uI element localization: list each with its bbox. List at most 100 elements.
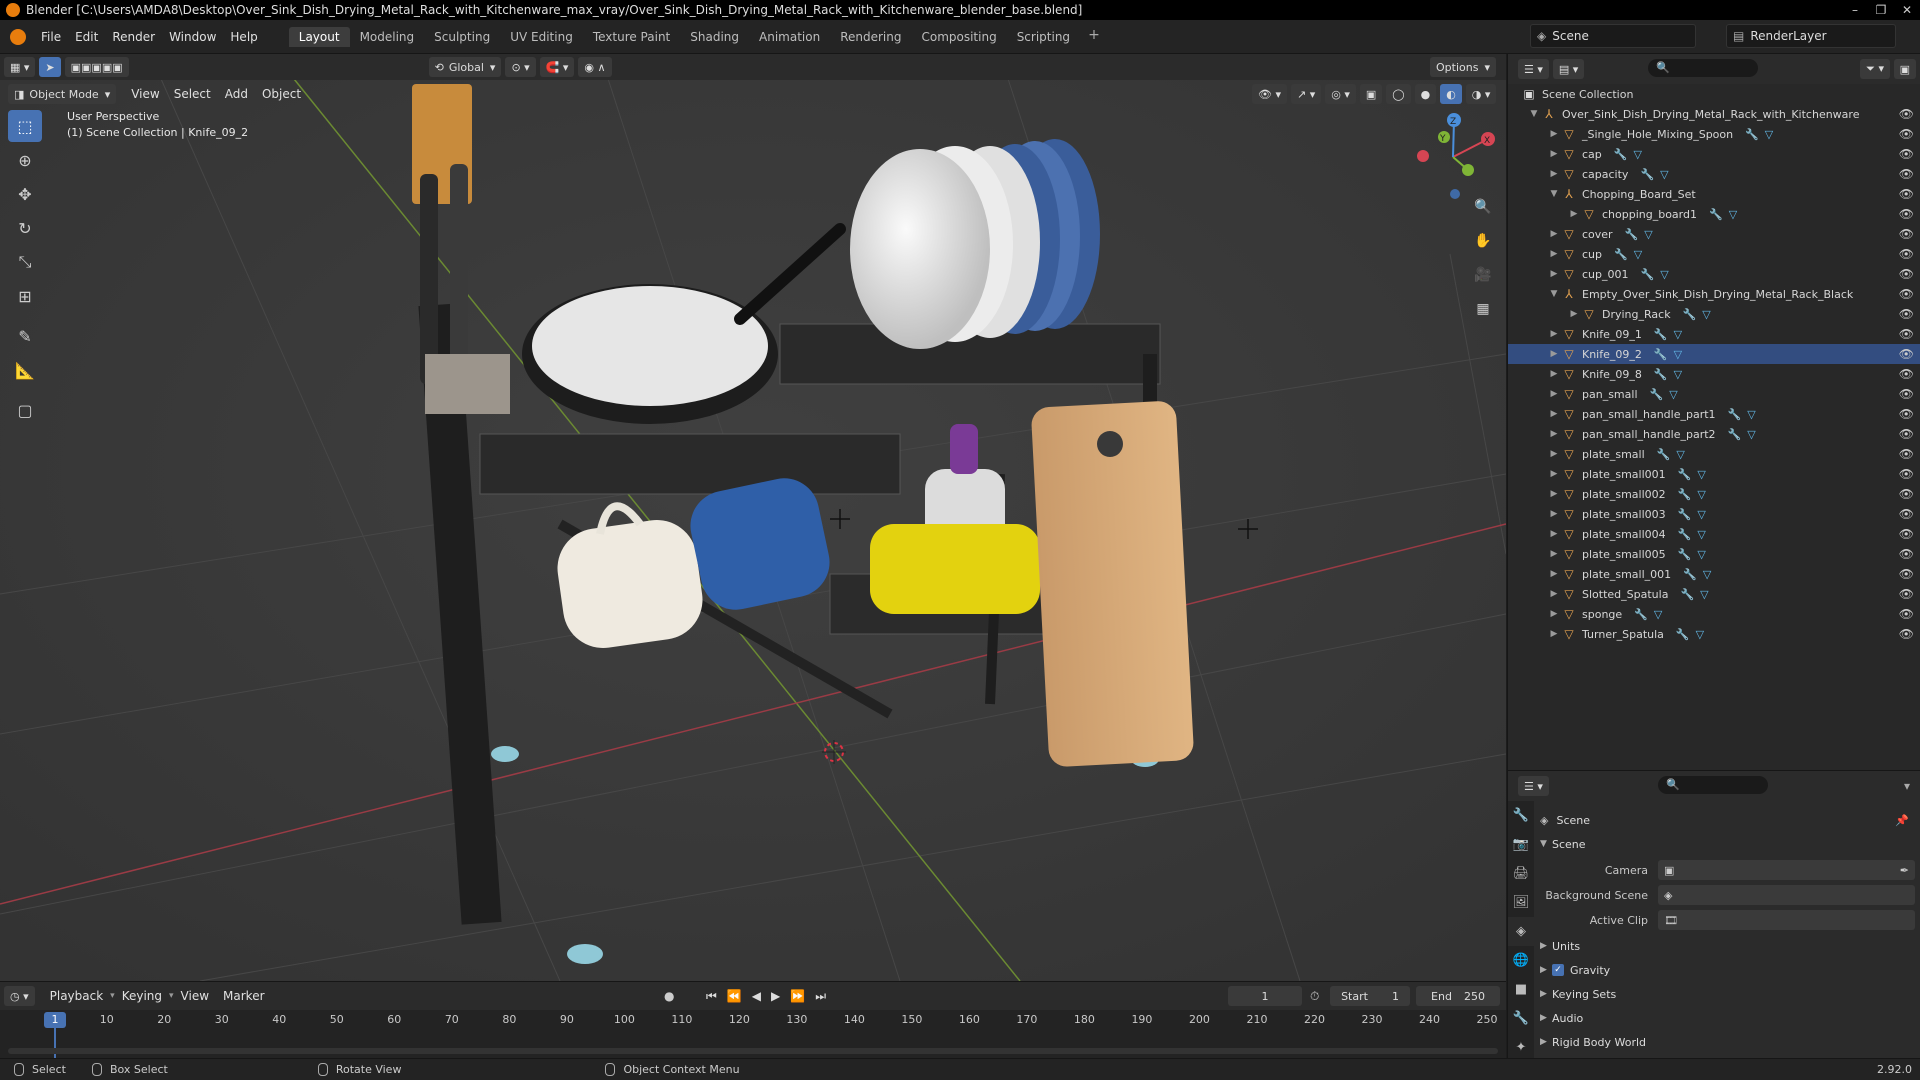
visibility-eye-icon[interactable]: 👁 <box>1899 267 1914 281</box>
expand-right-icon[interactable]: ▶ <box>1548 269 1560 279</box>
modifier-mesh-data-icon[interactable]: 🔧▽ <box>1650 388 1684 401</box>
viewport-menu-view[interactable]: View <box>124 87 166 101</box>
visibility-eye-icon[interactable]: 👁 <box>1899 607 1914 621</box>
playhead-marker[interactable]: 1 <box>44 1012 66 1028</box>
outliner-item[interactable]: ▶ ▽ cup 🔧▽ 👁 <box>1508 244 1920 264</box>
background-scene-field[interactable]: ◈ <box>1658 885 1915 905</box>
viewport-menu-object[interactable]: Object <box>255 87 308 101</box>
shading-solid-icon[interactable]: ● <box>1414 84 1437 104</box>
visibility-eye-icon[interactable]: 👁 <box>1899 427 1914 441</box>
outliner-item[interactable]: ▶ ▽ capacity 🔧▽ 👁 <box>1508 164 1920 184</box>
visibility-eye-icon[interactable]: 👁 <box>1899 407 1914 421</box>
transform-orientation-dropdown[interactable]: ⟲ Global ▾ <box>428 57 502 77</box>
outliner-item[interactable]: ▶ ▽ pan_small 🔧▽ 👁 <box>1508 384 1920 404</box>
view-layer-tab-icon[interactable]: 🖼 <box>1508 888 1534 917</box>
expand-right-icon[interactable]: ▶ <box>1548 449 1560 459</box>
modifier-mesh-data-icon[interactable]: 🔧▽ <box>1654 328 1688 341</box>
viewport-menu-select[interactable]: Select <box>167 87 218 101</box>
modifier-mesh-data-icon[interactable]: 🔧▽ <box>1614 248 1648 261</box>
modifier-mesh-data-icon[interactable]: 🔧▽ <box>1728 428 1762 441</box>
outliner-item[interactable]: ▶ ▽ Knife_09_2 🔧▽ 👁 <box>1508 344 1920 364</box>
visibility-eye-icon[interactable]: 👁 <box>1899 367 1914 381</box>
move-tool-icon[interactable]: ✥ <box>8 178 42 210</box>
outliner-item[interactable]: ▶ ▽ chopping_board1 🔧▽ 👁 <box>1508 204 1920 224</box>
expand-right-icon[interactable]: ▶ <box>1548 569 1560 579</box>
navigation-gizmo[interactable]: X Y Z <box>1408 112 1498 202</box>
outliner-item[interactable]: ▶ ▽ plate_small004 🔧▽ 👁 <box>1508 524 1920 544</box>
shading-wireframe-icon[interactable]: ◯ <box>1386 84 1411 104</box>
outliner-search-input[interactable]: 🔍 <box>1648 59 1758 77</box>
jump-end-icon[interactable]: ⏭ <box>815 989 826 1004</box>
display-mode-icon[interactable]: ▤ ▾ <box>1552 59 1585 79</box>
pan-hand-icon[interactable]: ✋ <box>1470 228 1496 254</box>
select-box-tool-icon[interactable]: ⬚ <box>8 110 42 142</box>
blender-menu-icon[interactable] <box>10 28 26 45</box>
outliner-item[interactable]: ▶ ▽ cup_001 🔧▽ 👁 <box>1508 264 1920 284</box>
modifier-mesh-data-icon[interactable]: 🔧▽ <box>1745 128 1779 141</box>
grid-view-icon[interactable]: ▦ <box>1470 296 1496 322</box>
expand-right-icon[interactable]: ▶ <box>1548 129 1560 139</box>
modifier-mesh-data-icon[interactable]: 🔧▽ <box>1614 148 1648 161</box>
expand-right-icon[interactable]: ▶ <box>1548 389 1560 399</box>
pin-icon[interactable]: 📌 <box>1895 814 1909 827</box>
outliner-item[interactable]: ▶ ▽ plate_small_001 🔧▽ 👁 <box>1508 564 1920 584</box>
modifier-mesh-data-icon[interactable]: 🔧▽ <box>1654 348 1688 361</box>
expand-right-icon[interactable]: ▶ <box>1548 409 1560 419</box>
expand-right-icon[interactable]: ▶ <box>1548 529 1560 539</box>
scene-panel-header[interactable]: ▼ Scene <box>1540 833 1915 855</box>
stopwatch-icon[interactable]: ⏱ <box>1310 989 1319 1004</box>
timeline-menu-view[interactable]: View <box>174 989 216 1003</box>
outliner-item[interactable]: ▶ ▽ Knife_09_8 🔧▽ 👁 <box>1508 364 1920 384</box>
gizmo-toggle-icon[interactable]: ↗ ▾ <box>1290 84 1322 104</box>
expand-right-icon[interactable]: ▶ <box>1548 609 1560 619</box>
expand-right-icon[interactable]: ▶ <box>1548 249 1560 259</box>
outliner-item[interactable]: ▶ ▽ Drying_Rack 🔧▽ 👁 <box>1508 304 1920 324</box>
visibility-eye-icon[interactable]: 👁 <box>1899 467 1914 481</box>
expand-right-icon[interactable]: ▶ <box>1548 349 1560 359</box>
outliner-item[interactable]: ▼ ⅄ Empty_Over_Sink_Dish_Drying_Metal_Rack… <box>1508 284 1920 304</box>
cursor-tool-icon[interactable]: ⊕ <box>8 144 42 176</box>
modifier-mesh-data-icon[interactable]: 🔧▽ <box>1683 568 1717 581</box>
timeline-menu-marker[interactable]: Marker <box>216 989 271 1003</box>
add-cube-tool-icon[interactable]: ▢ <box>8 394 42 426</box>
visibility-eye-icon[interactable]: 👁 <box>1899 547 1914 561</box>
close-button[interactable]: ✕ <box>1894 0 1920 20</box>
visibility-eye-icon[interactable]: 👁 <box>1899 387 1914 401</box>
modifier-mesh-data-icon[interactable]: 🔧▽ <box>1728 408 1762 421</box>
scene-selector[interactable]: ◈ Scene <box>1530 24 1696 48</box>
new-collection-icon[interactable]: ▣ <box>1893 59 1916 79</box>
play-icon[interactable]: ▶ <box>771 989 780 1004</box>
expand-down-icon[interactable]: ▼ <box>1528 109 1540 119</box>
timeline-menu-playback[interactable]: Playback <box>43 989 111 1003</box>
outliner-item[interactable]: ▶ ▽ plate_small003 🔧▽ 👁 <box>1508 504 1920 524</box>
outliner-editor-type-icon[interactable]: ☰ ▾ <box>1518 59 1549 79</box>
visibility-eye-icon[interactable]: 👁 <box>1899 347 1914 361</box>
snap-icon[interactable]: 🧲 ▾ <box>539 57 575 77</box>
modifier-mesh-data-icon[interactable]: 🔧▽ <box>1678 508 1712 521</box>
visibility-eye-icon[interactable]: 👁 <box>1899 447 1914 461</box>
modifier-mesh-data-icon[interactable]: 🔧▽ <box>1678 468 1712 481</box>
expand-down-icon[interactable]: ▼ <box>1548 289 1560 299</box>
tab-uv-editing[interactable]: UV Editing <box>500 27 583 47</box>
play-reverse-icon[interactable]: ◀ <box>752 989 761 1004</box>
expand-right-icon[interactable]: ▶ <box>1548 489 1560 499</box>
visibility-eye-icon[interactable]: 👁 <box>1899 627 1914 641</box>
modifier-mesh-data-icon[interactable]: 🔧▽ <box>1654 368 1688 381</box>
expand-right-icon[interactable]: ▶ <box>1568 309 1580 319</box>
visibility-eye-icon[interactable]: 👁 <box>1899 167 1914 181</box>
tab-texture-paint[interactable]: Texture Paint <box>583 27 680 47</box>
menu-edit[interactable]: Edit <box>68 30 105 44</box>
outliner-item[interactable]: ▼ ⅄ Chopping_Board_Set 👁 <box>1508 184 1920 204</box>
visibility-eye-icon[interactable]: 👁 <box>1899 527 1914 541</box>
expand-right-icon[interactable]: ▶ <box>1548 549 1560 559</box>
modifier-mesh-data-icon[interactable]: 🔧▽ <box>1683 308 1717 321</box>
outliner-item[interactable]: ▶ ▽ cap 🔧▽ 👁 <box>1508 144 1920 164</box>
properties-section[interactable]: ▶ Audio <box>1540 1007 1915 1029</box>
menu-help[interactable]: Help <box>223 30 264 44</box>
expand-down-icon[interactable]: ▼ <box>1548 189 1560 199</box>
view-layer-selector[interactable]: ▤ RenderLayer <box>1726 24 1896 48</box>
modifier-mesh-data-icon[interactable]: 🔧▽ <box>1634 608 1668 621</box>
expand-right-icon[interactable]: ▶ <box>1548 429 1560 439</box>
tab-scripting[interactable]: Scripting <box>1007 27 1080 47</box>
output-tab-icon[interactable]: 🖨 <box>1508 859 1534 888</box>
